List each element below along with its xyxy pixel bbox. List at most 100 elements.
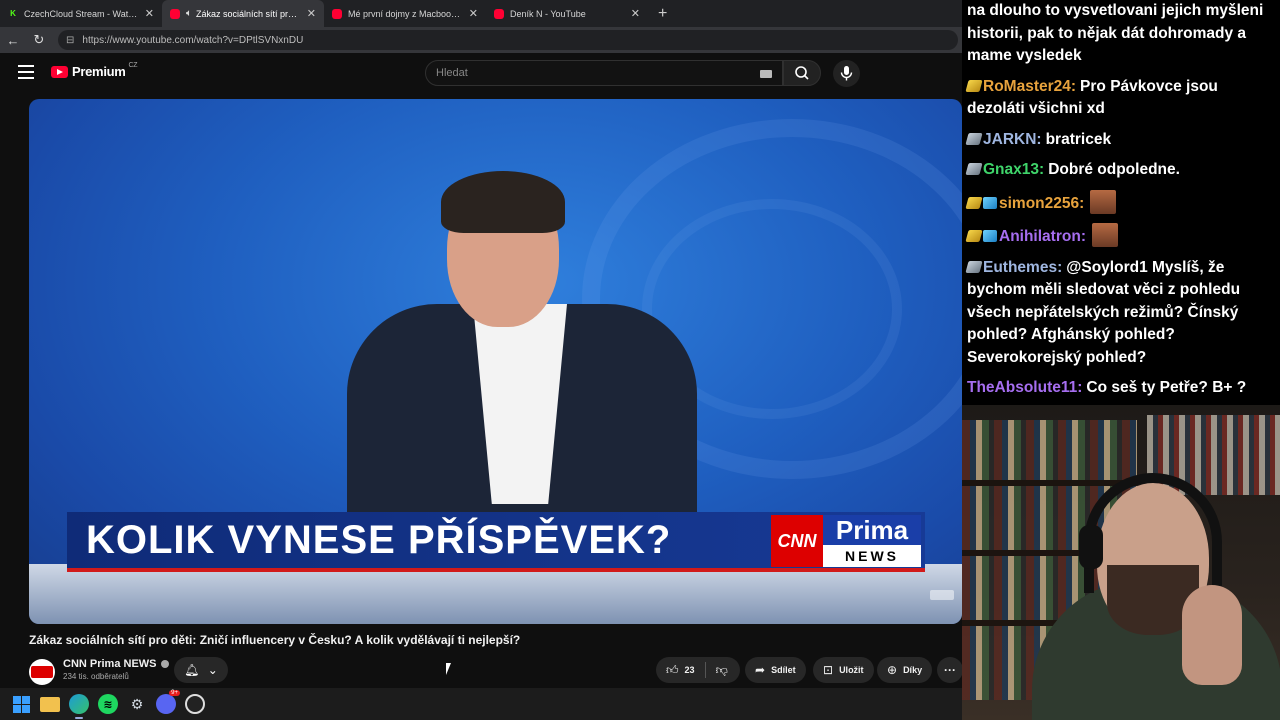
region-code: CZ xyxy=(128,62,138,69)
mouse-cursor xyxy=(446,663,456,675)
save-button[interactable]: ⊡ Uložit xyxy=(813,657,874,683)
like-icon[interactable]: 👍︎ xyxy=(666,663,679,678)
streamer-hand xyxy=(1182,585,1242,685)
file-explorer-icon[interactable] xyxy=(40,696,60,712)
webcam-feed xyxy=(962,405,1280,720)
chat-username[interactable]: RoMaster24: xyxy=(983,78,1076,95)
channel-name-text: CNN Prima NEWS xyxy=(63,658,157,670)
news-logo-text: NEWS xyxy=(823,545,921,567)
headphone-earcup xyxy=(1079,525,1103,569)
tab-title: Deník N - YouTube xyxy=(510,8,586,19)
face-emote-icon xyxy=(1091,223,1118,247)
save-label: Uložit xyxy=(839,665,864,675)
steam-icon[interactable]: ⚙ xyxy=(127,694,147,714)
silver-badge-icon xyxy=(965,260,983,273)
tab-zakaz-socialnich-siti[interactable]: 🔈︎ Zákaz sociálních sítí pro děti: ✕ xyxy=(162,0,324,27)
screen: K CzechCloud Stream - Watch Live o ✕ 🔈︎ … xyxy=(0,0,1280,720)
channel-watermark xyxy=(930,590,954,600)
chat-username[interactable]: JARKN: xyxy=(983,131,1042,148)
chat-message: JARKN: bratricek xyxy=(965,129,1280,152)
face-emote-icon xyxy=(1090,189,1117,214)
logo-text: Premium xyxy=(72,64,126,79)
video-title: Zákaz sociálních sítí pro děti: Zničí in… xyxy=(29,633,521,647)
chat-username[interactable]: Gnax13: xyxy=(983,161,1044,178)
channel-name[interactable]: CNN Prima NEWS xyxy=(63,658,169,670)
chat-message: Euthemes: @Soylord1 Myslíš, že bychom měl… xyxy=(965,257,1280,370)
tab-strip: K CzechCloud Stream - Watch Live o ✕ 🔈︎ … xyxy=(0,0,962,27)
search-button[interactable] xyxy=(783,60,821,86)
chat-username[interactable]: Euthemes: xyxy=(983,259,1062,276)
new-tab-button[interactable]: + xyxy=(648,0,677,27)
cnn-logo-text: CNN xyxy=(771,515,823,567)
youtube-icon xyxy=(332,8,342,19)
youtube-header: Premium CZ Hledat xyxy=(0,53,962,93)
tab-macbook-neo[interactable]: Mé první dojmy z Macbook Neo. ✕ xyxy=(324,0,486,27)
stream-chat: na dlouho to vysvetlovani jejich myšleni… xyxy=(962,0,1280,405)
share-icon: ➦ xyxy=(755,663,766,677)
discord-badge: 9+ xyxy=(169,690,180,696)
more-actions-button[interactable]: ··· xyxy=(937,657,962,683)
thanks-button[interactable]: ⊕ Díky xyxy=(877,657,933,683)
chat-message: Anihilatron: xyxy=(965,223,1280,249)
back-arrow-icon[interactable]: ← xyxy=(0,27,26,53)
cnn-prima-avatar-icon xyxy=(31,666,53,678)
voice-search-button[interactable] xyxy=(833,60,860,87)
thanks-label: Díky xyxy=(903,665,923,675)
browser-window: K CzechCloud Stream - Watch Live o ✕ 🔈︎ … xyxy=(0,0,962,688)
reload-icon[interactable]: ↻ xyxy=(26,27,52,53)
chat-message: TheAbsolute11: Co seš ty Petře? B+ ? xyxy=(967,377,1280,400)
news-anchor-hair xyxy=(441,171,565,233)
site-info-icon[interactable]: ⊟ xyxy=(66,35,74,46)
search-icon xyxy=(795,66,809,80)
chat-username[interactable]: TheAbsolute11: xyxy=(967,379,1082,396)
chat-text: Co seš ty Petře? B+ ? xyxy=(1086,379,1247,396)
youtube-play-icon xyxy=(51,65,68,78)
share-button[interactable]: ➦ Sdílet xyxy=(745,657,806,683)
tab-title: Mé první dojmy z Macbook Neo. xyxy=(348,8,463,19)
youtube-icon xyxy=(494,8,504,19)
obs-icon[interactable] xyxy=(185,694,205,714)
chat-username[interactable]: simon2256: xyxy=(999,195,1084,212)
super-thanks-icon: ⊕ xyxy=(887,663,898,677)
tab-czechcloud[interactable]: K CzechCloud Stream - Watch Live o ✕ xyxy=(0,0,162,27)
youtube-premium-logo[interactable]: Premium CZ xyxy=(51,62,138,79)
silver-badge-icon xyxy=(965,163,983,175)
cube-badge-icon xyxy=(983,230,997,242)
windows-start-icon[interactable] xyxy=(11,694,31,714)
divider xyxy=(704,662,706,678)
search-input[interactable]: Hledat xyxy=(425,60,783,86)
notifications-button[interactable]: 🔔︎ ⌄ xyxy=(174,657,228,683)
video-player[interactable]: KOLIK VYNESE PŘÍSPĚVEK? CNN Prima NEWS xyxy=(29,99,962,624)
youtube-icon xyxy=(170,8,180,19)
spotify-icon[interactable]: ≋ xyxy=(98,694,118,714)
tab-title: CzechCloud Stream - Watch Live o xyxy=(24,8,139,19)
close-tab-icon[interactable]: ✕ xyxy=(469,7,478,20)
chat-message: Gnax13: Dobré odpoledne. xyxy=(965,159,1280,182)
cnn-prima-news-logo: CNN Prima NEWS xyxy=(771,515,921,567)
tab-title: Zákaz sociálních sítí pro děti: xyxy=(196,8,301,19)
bookmark-icon: ⊡ xyxy=(823,663,834,677)
edge-icon[interactable] xyxy=(69,694,89,719)
kick-icon: K xyxy=(10,9,16,18)
url-input[interactable]: ⊟ https://www.youtube.com/watch?v=DPtlSV… xyxy=(58,30,958,50)
verified-icon xyxy=(160,660,169,668)
search-placeholder: Hledat xyxy=(436,67,468,79)
chat-username[interactable]: Anihilatron: xyxy=(999,228,1086,245)
tab-denik-n[interactable]: Deník N - YouTube ✕ xyxy=(486,0,648,27)
address-bar: ← ↻ ⊟ https://www.youtube.com/watch?v=DP… xyxy=(0,27,962,53)
like-count[interactable]: 23 xyxy=(685,665,695,675)
close-tab-icon[interactable]: ✕ xyxy=(145,7,154,20)
bell-icon: 🔔︎ xyxy=(184,663,200,677)
chat-message: RoMaster24: Pro Pávkovce jsou dezoláti vš… xyxy=(965,76,1280,121)
keyboard-icon[interactable] xyxy=(760,70,772,78)
chat-text: Dobré odpoledne. xyxy=(1048,161,1180,178)
menu-icon[interactable] xyxy=(18,65,34,79)
dislike-icon[interactable]: 👎︎ xyxy=(716,663,728,678)
speaker-icon[interactable]: 🔈︎ xyxy=(186,8,192,19)
chat-text: na dlouho to vysvetlovani jejich myšleni… xyxy=(967,2,1264,64)
close-tab-icon[interactable]: ✕ xyxy=(307,7,316,20)
discord-icon[interactable]: 9+ xyxy=(156,690,180,714)
channel-avatar[interactable] xyxy=(29,659,55,685)
chat-message: simon2256: xyxy=(965,189,1280,216)
close-tab-icon[interactable]: ✕ xyxy=(631,7,640,20)
